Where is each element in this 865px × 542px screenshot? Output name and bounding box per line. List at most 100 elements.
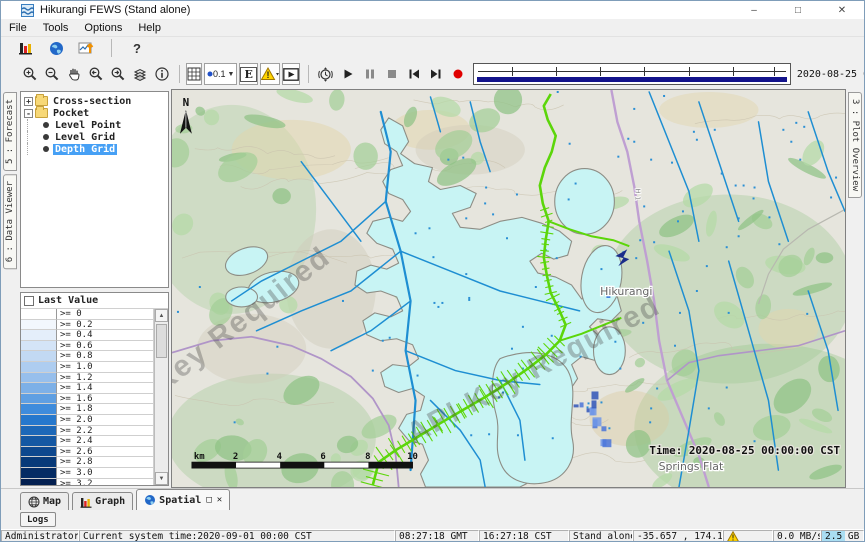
scroll-up-icon[interactable]: ▲ <box>155 309 168 322</box>
zoom-in-icon[interactable] <box>19 63 41 85</box>
menu-help[interactable]: Help <box>130 20 169 36</box>
last-value-checkbox[interactable] <box>24 296 34 306</box>
menu-tools[interactable]: Tools <box>35 20 77 36</box>
legend-row[interactable]: >= 2.6 <box>21 447 154 458</box>
status-warning[interactable]: ! <box>723 530 773 542</box>
warning-threshold-button[interactable]: ! <box>260 63 280 85</box>
zoom-next-icon[interactable] <box>107 63 129 85</box>
tab-maximize-icon[interactable]: □ <box>206 495 211 505</box>
zoom-out-icon[interactable] <box>41 63 63 85</box>
legend-color-swatch <box>21 341 57 352</box>
legend-row[interactable]: >= 1.2 <box>21 373 154 384</box>
legend-row-label: >= 2.8 <box>57 457 154 468</box>
maximize-button[interactable]: □ <box>776 1 820 19</box>
spatial-map[interactable]: API Key Required API Key Required Hikura… <box>171 89 846 488</box>
tab-spatial-label: Spatial <box>159 495 201 506</box>
time-slider-tick <box>600 67 601 76</box>
pause-button[interactable] <box>359 63 381 85</box>
tree-item-label[interactable]: Level Grid <box>53 132 117 143</box>
tree-item-label[interactable]: Level Point <box>53 120 123 131</box>
tree-item-depth-grid[interactable]: Depth Grid <box>23 143 168 155</box>
tree-item-level-point[interactable]: Level Point <box>23 119 168 131</box>
scrollbar-thumb[interactable] <box>156 324 167 358</box>
record-button[interactable] <box>447 63 469 85</box>
tree-item-label[interactable]: Pocket <box>51 108 91 119</box>
legend-row-label: >= 0.6 <box>57 341 154 352</box>
legend-row[interactable]: >= 2.2 <box>21 426 154 437</box>
tab-graph[interactable]: Graph <box>72 492 133 510</box>
toolbar-separator <box>179 65 180 83</box>
collapse-icon[interactable]: - <box>24 109 33 118</box>
close-button[interactable]: ✕ <box>820 1 864 19</box>
legend-row[interactable]: >= 2.8 <box>21 457 154 468</box>
tree-item-level-grid[interactable]: Level Grid <box>23 131 168 143</box>
tab-data-viewer[interactable]: 6 : Data Viewer <box>3 174 17 269</box>
stop-button[interactable] <box>381 63 403 85</box>
time-slider-range-bar[interactable] <box>477 77 787 82</box>
legend-color-swatch <box>21 447 57 458</box>
map-toolbar: 0.1 ▼ E ! <box>1 59 864 89</box>
tree-item-label[interactable]: Cross-section <box>51 96 133 107</box>
tab-forecast[interactable]: 5 : Forecast <box>3 92 17 171</box>
map-display-icon[interactable] <box>45 37 67 59</box>
legend-row[interactable]: >= 3.2 <box>21 479 154 486</box>
main-toolbar: ? <box>1 37 864 59</box>
tab-close-icon[interactable]: ✕ <box>217 495 222 505</box>
contour-precision-combo[interactable]: 0.1 ▼ <box>204 63 237 85</box>
play-button[interactable] <box>337 63 359 85</box>
legend-row[interactable]: >= 0.8 <box>21 351 154 362</box>
pan-hand-icon[interactable] <box>63 63 85 85</box>
minimize-button[interactable]: – <box>732 1 776 19</box>
layers-icon[interactable] <box>129 63 151 85</box>
status-bandwidth: 0.0 MB/s <box>773 530 821 542</box>
help-button[interactable]: ? <box>126 37 148 59</box>
legend-row[interactable]: >= 0 <box>21 309 154 320</box>
legend-button-label: E <box>240 67 256 82</box>
animation-speed-icon[interactable] <box>315 63 337 85</box>
parameter-tree: + Cross-section - Pocket Level Point <box>20 91 169 288</box>
zoom-previous-icon[interactable] <box>85 63 107 85</box>
menu-file[interactable]: File <box>1 20 35 36</box>
legend-row[interactable]: >= 1.6 <box>21 394 154 405</box>
logs-button[interactable]: Logs <box>20 512 56 527</box>
legend-row[interactable]: >= 1.0 <box>21 362 154 373</box>
tab-plot-overview[interactable]: 3 : Plot Overview <box>848 92 862 198</box>
map-canvas[interactable]: API Key Required API Key Required Hikura… <box>172 90 845 487</box>
tab-spatial[interactable]: Spatial □ ✕ <box>136 489 230 510</box>
legend-color-swatch <box>21 320 57 331</box>
legend-row[interactable]: >= 2.0 <box>21 415 154 426</box>
legend-row[interactable]: >= 1.8 <box>21 404 154 415</box>
timeseries-icon[interactable] <box>75 37 97 59</box>
legend-row[interactable]: >= 0.6 <box>21 341 154 352</box>
legend-row[interactable]: >= 0.4 <box>21 330 154 341</box>
skip-to-end-button[interactable] <box>425 63 447 85</box>
legend-color-swatch <box>21 394 57 405</box>
explorer-icon[interactable] <box>15 37 37 59</box>
legend-row[interactable]: >= 3.0 <box>21 468 154 479</box>
tree-item-label[interactable]: Depth Grid <box>53 144 117 155</box>
info-icon[interactable] <box>151 63 173 85</box>
tab-graph-label: Graph <box>95 496 125 507</box>
legend-color-swatch <box>21 404 57 415</box>
tree-indent <box>27 143 41 155</box>
tree-item-pocket[interactable]: - Pocket <box>23 107 168 119</box>
skip-to-start-button[interactable] <box>403 63 425 85</box>
scroll-down-icon[interactable]: ▼ <box>155 472 168 485</box>
tab-map[interactable]: Map <box>20 492 69 510</box>
expand-icon[interactable]: + <box>24 97 33 106</box>
legend-scrollbar[interactable]: ▲ ▼ <box>154 309 168 485</box>
legend-button[interactable]: E <box>239 63 257 85</box>
animation-export-button[interactable] <box>282 63 300 85</box>
menu-options[interactable]: Options <box>76 20 130 36</box>
status-local-time: 16:27:18 CST <box>479 530 569 542</box>
legend-row[interactable]: >= 2.4 <box>21 436 154 447</box>
status-system-time: Current system time:2020-09-01 00:00 CST <box>79 530 395 542</box>
toolbar-separator <box>111 39 112 57</box>
time-slider[interactable] <box>473 63 791 85</box>
legend-row[interactable]: >= 0.2 <box>21 320 154 331</box>
legend-row[interactable]: >= 1.4 <box>21 383 154 394</box>
time-slider-tick <box>733 67 734 76</box>
grid-display-button[interactable] <box>186 63 202 85</box>
tree-item-cross-section[interactable]: + Cross-section <box>23 95 168 107</box>
tree-indent <box>27 119 41 131</box>
